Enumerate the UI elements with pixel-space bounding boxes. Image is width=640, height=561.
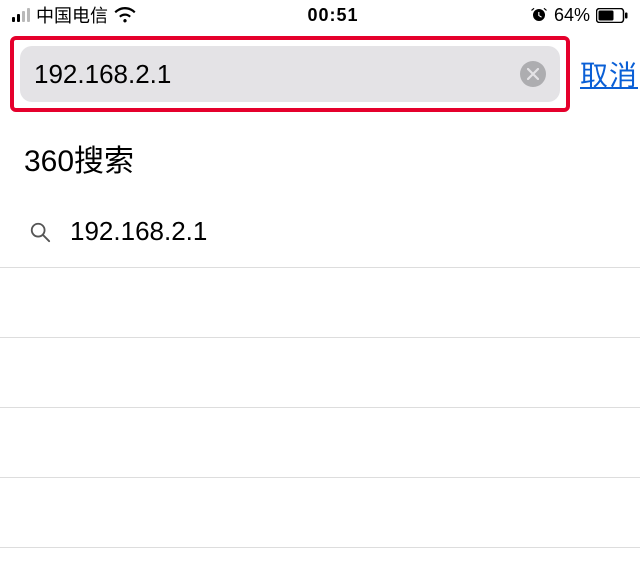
- search-engine-title: 360搜索: [0, 118, 640, 198]
- battery-icon: [596, 8, 628, 23]
- search-row: 192.168.2.1 取消: [0, 30, 640, 118]
- address-search-field[interactable]: 192.168.2.1: [20, 46, 560, 102]
- wifi-icon: [114, 7, 136, 23]
- search-input[interactable]: 192.168.2.1: [34, 59, 510, 90]
- status-bar: 中国电信 00:51 64%: [0, 0, 640, 30]
- suggestion-list: 192.168.2.1: [0, 198, 640, 548]
- alarm-icon: [530, 6, 548, 24]
- clear-icon[interactable]: [520, 61, 546, 87]
- suggestion-label: 192.168.2.1: [70, 216, 207, 247]
- list-item[interactable]: [0, 338, 640, 408]
- status-time: 00:51: [307, 5, 358, 26]
- list-item[interactable]: 192.168.2.1: [0, 198, 640, 268]
- status-right: 64%: [530, 5, 628, 26]
- list-item[interactable]: [0, 408, 640, 478]
- list-item[interactable]: [0, 478, 640, 548]
- carrier-label: 中国电信: [36, 2, 108, 28]
- signal-icon: [12, 8, 30, 22]
- cancel-button[interactable]: 取消: [580, 54, 640, 94]
- list-item[interactable]: [0, 268, 640, 338]
- search-icon: [28, 221, 52, 243]
- battery-percent: 64%: [554, 5, 590, 26]
- search-highlight-box: 192.168.2.1: [10, 36, 570, 112]
- status-left: 中国电信: [12, 2, 136, 28]
